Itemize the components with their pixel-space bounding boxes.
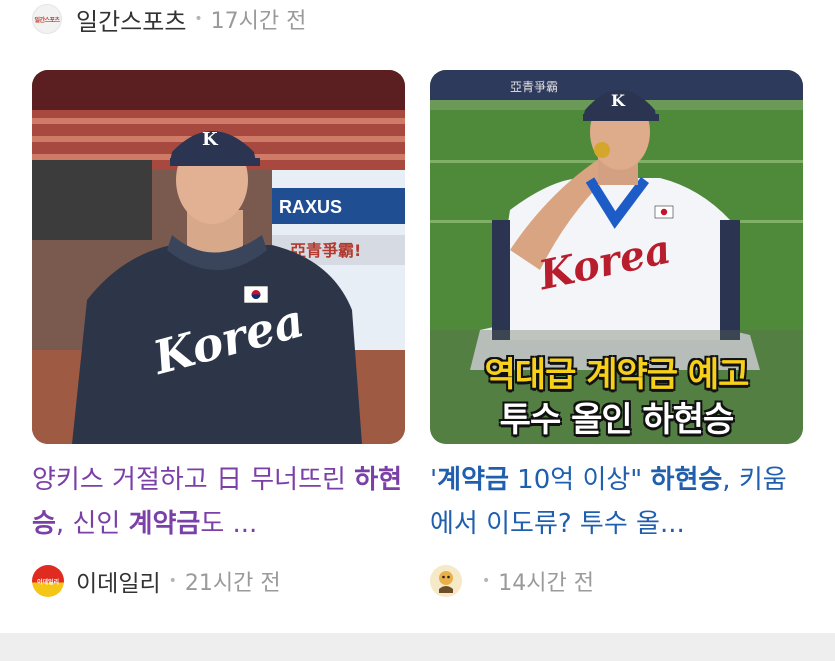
bottom-divider	[0, 633, 835, 661]
article-time: 14시간 전	[498, 571, 594, 596]
article-source: 이데일리	[76, 571, 161, 597]
player-photo-icon: RAXUS 亞青爭霸! K Korea	[32, 70, 405, 444]
thumbnail-overlay-line-2: 투수 올인 하현승	[499, 400, 735, 440]
article-meta-1[interactable]: 이데일리 이데일리 • 21시간 전	[32, 564, 281, 598]
ilgan-sports-logo-icon: 일간스포츠	[32, 4, 62, 34]
headline-text: 도 ...	[200, 509, 258, 539]
headline-text: 10억 이상"	[508, 465, 651, 495]
separator-dot: •	[168, 573, 177, 589]
headline-bold-keyword: 계약금	[437, 465, 509, 495]
svg-text:K: K	[611, 91, 626, 110]
separator-dot: •	[194, 11, 203, 27]
article-time: 21시간 전	[184, 571, 281, 596]
thumbnail-overlay-line-1: 역대급 계약금 예고	[484, 355, 750, 395]
news-card-1[interactable]: RAXUS 亞青爭霸! K Korea 양키스 거절하고 日 무너뜨린 하현승,…	[32, 70, 405, 597]
separator-dot: •	[482, 573, 491, 589]
mascot-logo-icon	[430, 565, 462, 597]
headline-bold-name: 하현승	[650, 465, 723, 495]
edaily-logo-icon: 이데일리	[32, 565, 64, 597]
board-text: 亞青爭霸	[510, 80, 558, 94]
board-text-raxus: RAXUS	[279, 197, 342, 217]
article-headline-2[interactable]: '계약금 10억 이상" 하현승, 키움에서 이도류? 투수 올...	[430, 458, 803, 546]
article-thumbnail-1[interactable]: RAXUS 亞青爭霸! K Korea	[32, 70, 405, 444]
source-time: 17시간 전	[210, 9, 307, 34]
source-name: 일간스포츠	[76, 7, 187, 36]
news-card-2[interactable]: 亞青爭霸 K Korea 역대급 계약금 예고 투수 올인 하현승 '계약금 1…	[430, 70, 803, 597]
headline-bold-keyword: 계약금	[128, 509, 201, 539]
source-logo-text: 일간스포츠	[34, 16, 60, 24]
article-headline-1[interactable]: 양키스 거절하고 日 무너뜨린 하현승, 신인 계약금도 ...	[32, 458, 405, 546]
headline-text: , 신인	[55, 509, 129, 539]
headline-text: 양키스 거절하고 日 무너뜨린	[32, 465, 355, 495]
edaily-logo-text: 이데일리	[36, 578, 60, 586]
article-meta-2[interactable]: • 14시간 전	[430, 564, 594, 598]
article-thumbnail-2[interactable]: 亞青爭霸 K Korea 역대급 계약금 예고 투수 올인 하현승	[430, 70, 803, 444]
top-source-row[interactable]: 일간스포츠 일간스포츠 • 17시간 전	[32, 0, 306, 38]
svg-text:K: K	[202, 129, 219, 150]
